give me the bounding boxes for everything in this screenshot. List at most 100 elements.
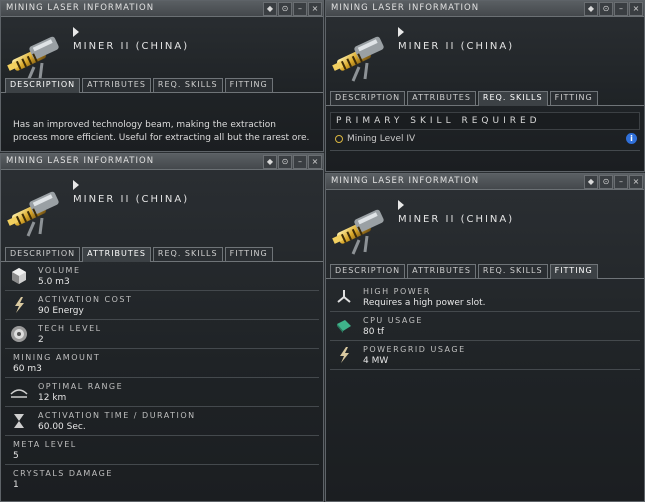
close-icon[interactable]: × — [629, 2, 643, 16]
tab-description[interactable]: DESCRIPTION — [5, 247, 81, 261]
attribute-row: META LEVEL 5 — [5, 436, 319, 465]
options-icon[interactable]: ⊙ — [599, 175, 613, 189]
attribute-row: MINING AMOUNT 60 m3 — [5, 349, 319, 378]
fitting-label: POWERGRID USAGE — [363, 345, 466, 354]
fitting-label: HIGH POWER — [363, 287, 431, 296]
attribute-label: OPTIMAL RANGE — [38, 382, 124, 391]
window-req-skills: MINING LASER INFORMATION ◆ ⊙ – × MINER I… — [325, 0, 645, 172]
attribute-value: 12 km — [38, 393, 67, 403]
fitting-label: CPU USAGE — [363, 316, 423, 325]
skill-status-icon — [335, 135, 343, 143]
options-icon[interactable]: ⊙ — [599, 2, 613, 16]
title-bar[interactable]: MINING LASER INFORMATION ◆ ⊙ – × — [1, 1, 323, 17]
fitting-value: 4 MW — [363, 356, 389, 366]
fitting-row: POWERGRID USAGE 4 MW — [330, 341, 640, 370]
item-name: MINER II (CHINA) — [398, 214, 515, 225]
minimize-icon[interactable]: – — [293, 155, 307, 169]
close-icon[interactable]: × — [308, 2, 322, 16]
attribute-value: 1 — [13, 480, 19, 490]
minimize-icon[interactable]: – — [293, 2, 307, 16]
title-bar[interactable]: MINING LASER INFORMATION ◆ ⊙ – × — [326, 174, 644, 190]
capacitor-icon — [15, 297, 24, 313]
expand-arrow-icon[interactable] — [73, 27, 79, 37]
fitting-list: HIGH POWER Requires a high power slot. C… — [326, 279, 644, 370]
tab-req-skills[interactable]: REQ. SKILLS — [152, 78, 223, 92]
tab-fitting[interactable]: FITTING — [224, 78, 273, 92]
attribute-label: VOLUME — [38, 266, 81, 275]
tab-description[interactable]: DESCRIPTION — [330, 264, 406, 278]
expand-arrow-icon[interactable] — [398, 27, 404, 37]
fitting-value: 80 tf — [363, 327, 385, 337]
attribute-value: 5.0 m3 — [38, 277, 70, 287]
attribute-value: 60 m3 — [13, 364, 42, 374]
item-name: MINER II (CHINA) — [73, 41, 190, 52]
attribute-row: VOLUME 5.0 m3 — [5, 262, 319, 291]
mining-laser-icon — [330, 34, 387, 83]
tab-fitting[interactable]: FITTING — [224, 247, 273, 261]
window-title: MINING LASER INFORMATION — [6, 3, 155, 13]
window-attributes: MINING LASER INFORMATION ◆ ⊙ – × MINER I… — [0, 153, 324, 502]
window-title: MINING LASER INFORMATION — [6, 156, 155, 166]
title-bar[interactable]: MINING LASER INFORMATION ◆ ⊙ – × — [326, 1, 644, 17]
attribute-value: 60.00 Sec. — [38, 422, 86, 432]
tech-icon — [11, 326, 27, 342]
tab-description[interactable]: DESCRIPTION — [5, 78, 81, 93]
attribute-label: META LEVEL — [13, 440, 77, 449]
attributes-list: VOLUME 5.0 m3 ACTIVATION COST 90 Energy … — [1, 262, 323, 493]
pin-icon[interactable]: ◆ — [584, 175, 598, 189]
close-icon[interactable]: × — [629, 175, 643, 189]
attribute-label: ACTIVATION TIME / DURATION — [38, 411, 196, 420]
expand-arrow-icon[interactable] — [398, 200, 404, 210]
tab-attributes[interactable]: ATTRIBUTES — [82, 78, 151, 92]
item-name: MINER II (CHINA) — [398, 41, 515, 52]
title-bar[interactable]: MINING LASER INFORMATION ◆ ⊙ – × — [1, 154, 323, 170]
attribute-label: ACTIVATION COST — [38, 295, 133, 304]
high-slot-icon — [337, 290, 351, 303]
skill-row[interactable]: Mining Level IV i — [330, 130, 640, 151]
fitting-value: Requires a high power slot. — [363, 298, 486, 308]
range-icon — [10, 389, 28, 398]
tab-req-skills[interactable]: REQ. SKILLS — [152, 247, 223, 261]
window-fitting: MINING LASER INFORMATION ◆ ⊙ – × MINER I… — [325, 173, 645, 502]
hourglass-icon — [14, 414, 24, 428]
attribute-value: 2 — [38, 335, 44, 345]
cpu-icon — [337, 320, 351, 333]
options-icon[interactable]: ⊙ — [278, 155, 292, 169]
attribute-row: TECH LEVEL 2 — [5, 320, 319, 349]
description-text: Has an improved technology beam, making … — [13, 120, 310, 143]
mining-laser-icon — [330, 207, 387, 256]
pin-icon[interactable]: ◆ — [263, 155, 277, 169]
mining-laser-icon — [5, 189, 62, 238]
window-description: MINING LASER INFORMATION ◆ ⊙ – × MINER I… — [0, 0, 324, 152]
minimize-icon[interactable]: – — [614, 2, 628, 16]
window-title: MINING LASER INFORMATION — [331, 3, 480, 13]
primary-skill-header: PRIMARY SKILL REQUIRED — [330, 112, 640, 130]
fitting-row: HIGH POWER Requires a high power slot. — [330, 283, 640, 312]
tab-attributes[interactable]: ATTRIBUTES — [407, 264, 476, 278]
attribute-value: 90 Energy — [38, 306, 84, 316]
attribute-row: OPTIMAL RANGE 12 km — [5, 378, 319, 407]
pin-icon[interactable]: ◆ — [263, 2, 277, 16]
attribute-value: 5 — [13, 451, 19, 461]
tab-fitting[interactable]: FITTING — [549, 91, 598, 105]
minimize-icon[interactable]: – — [614, 175, 628, 189]
close-icon[interactable]: × — [308, 155, 322, 169]
attribute-label: MINING AMOUNT — [13, 353, 101, 362]
item-name: MINER II (CHINA) — [73, 194, 190, 205]
tab-req-skills[interactable]: REQ. SKILLS — [477, 91, 548, 106]
options-icon[interactable]: ⊙ — [278, 2, 292, 16]
pin-icon[interactable]: ◆ — [584, 2, 598, 16]
tab-attributes[interactable]: ATTRIBUTES — [82, 247, 151, 262]
attribute-row: ACTIVATION TIME / DURATION 60.00 Sec. — [5, 407, 319, 436]
tab-fitting[interactable]: FITTING — [549, 264, 598, 279]
tab-attributes[interactable]: ATTRIBUTES — [407, 91, 476, 105]
expand-arrow-icon[interactable] — [73, 180, 79, 190]
skill-name: Mining Level IV — [347, 134, 416, 144]
tab-req-skills[interactable]: REQ. SKILLS — [477, 264, 548, 278]
attribute-label: CRYSTALS DAMAGE — [13, 469, 113, 478]
attribute-label: TECH LEVEL — [38, 324, 102, 333]
tab-description[interactable]: DESCRIPTION — [330, 91, 406, 105]
window-title: MINING LASER INFORMATION — [331, 176, 480, 186]
attribute-row: ACTIVATION COST 90 Energy — [5, 291, 319, 320]
info-icon[interactable]: i — [626, 133, 637, 144]
